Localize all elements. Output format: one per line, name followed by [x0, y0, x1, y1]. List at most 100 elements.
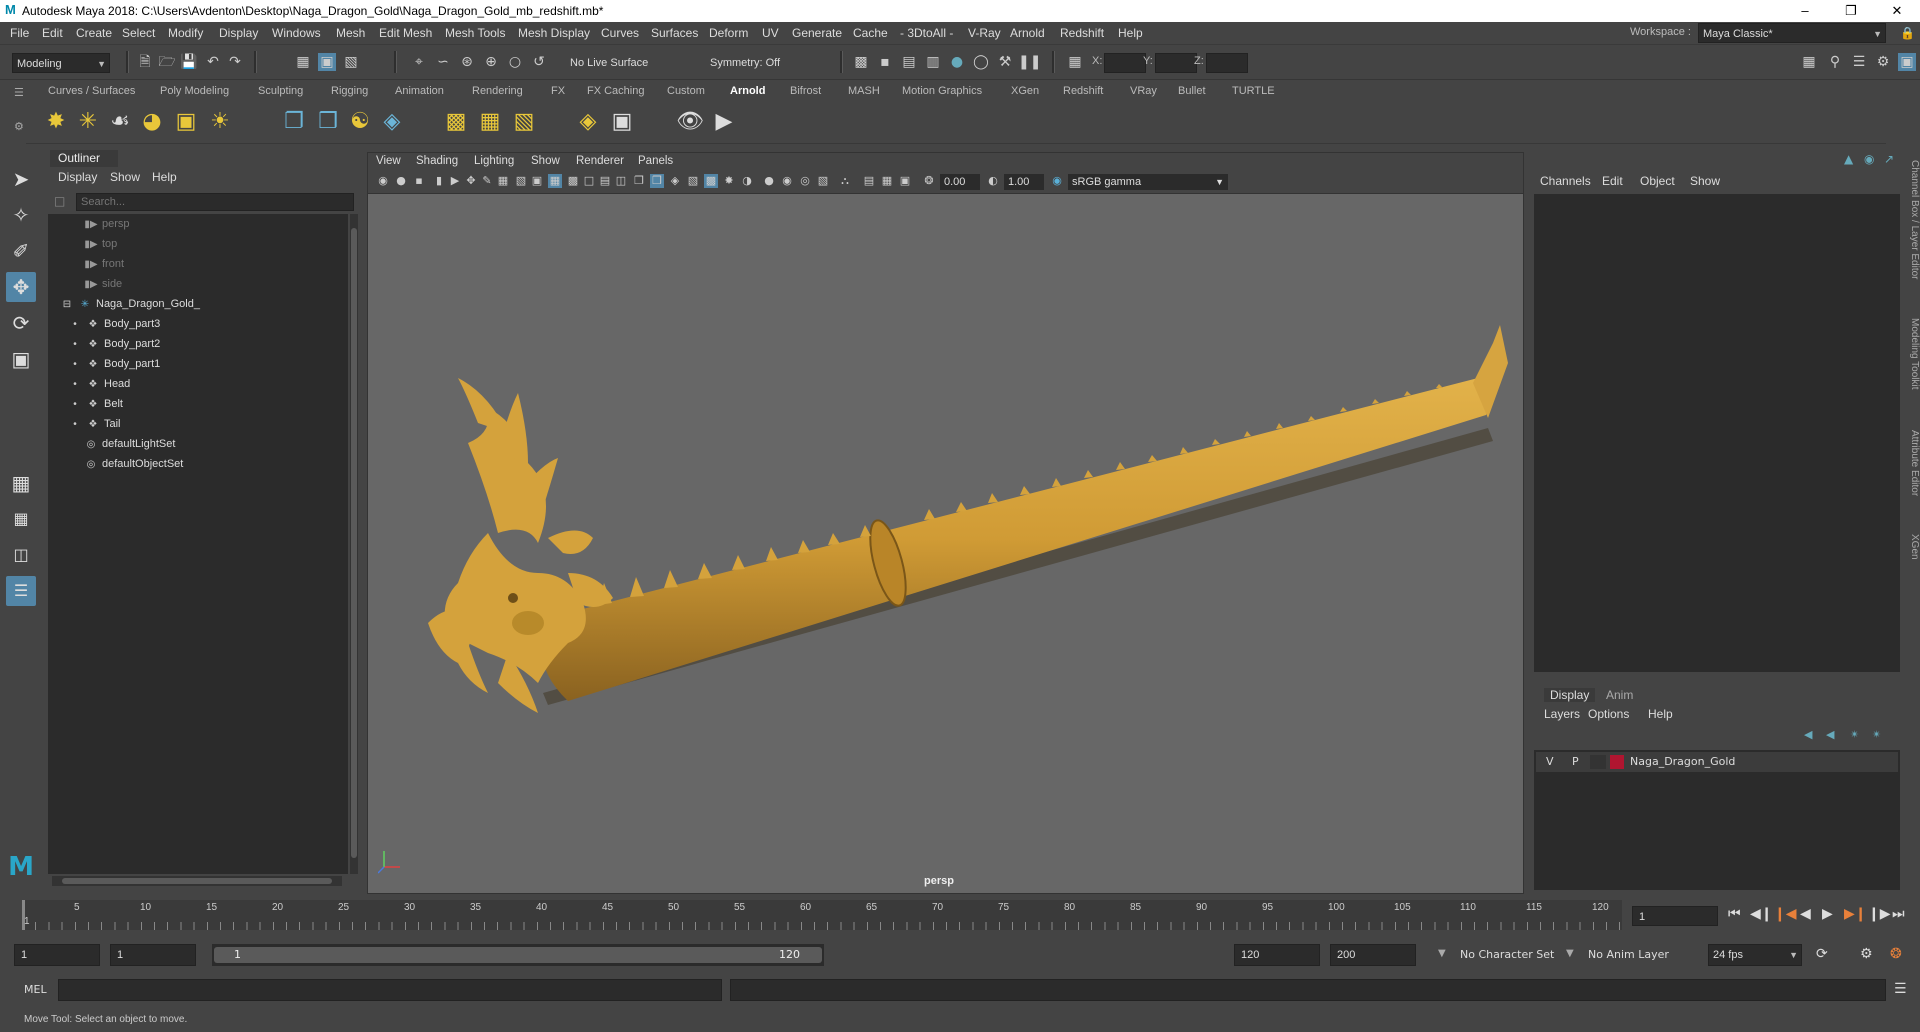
render-view-icon[interactable]: 👁 — [676, 108, 704, 136]
side-tab-modeling-toolkit[interactable]: Modeling Toolkit — [1904, 318, 1920, 408]
arnold-render-icon[interactable]: ◯ — [972, 53, 990, 71]
step-back-key-icon[interactable]: ◀❙ — [1750, 906, 1773, 922]
mesh-light-icon[interactable]: ✳ — [74, 108, 102, 136]
menu-edit[interactable]: Edit — [42, 26, 63, 40]
shelf-tab-animation[interactable]: Animation — [395, 85, 444, 97]
range-slider-handle[interactable]: 1 120 — [214, 947, 822, 963]
naga-dragon-model[interactable] — [368, 193, 1523, 893]
viewport-menu-renderer[interactable]: Renderer — [576, 155, 624, 167]
shelf-tab-bullet[interactable]: Bullet — [1178, 85, 1206, 97]
outliner-item-belt[interactable]: • ❖ Belt — [68, 394, 123, 414]
menu-curves[interactable]: Curves — [601, 26, 639, 40]
menu-set-dropdown[interactable]: Modeling ▼ — [12, 53, 110, 73]
shelf-tab-poly-modeling[interactable]: Poly Modeling — [160, 85, 229, 97]
shelf-tab-xgen[interactable]: XGen — [1011, 85, 1039, 97]
hypershade-icon[interactable]: ● — [948, 53, 966, 71]
script-editor-icon[interactable]: ☰ — [1894, 981, 1907, 997]
safe-title-icon[interactable]: ▤ — [598, 174, 612, 188]
layer-menu-layers[interactable]: Layers — [1544, 707, 1580, 721]
outliner-item-body-part1[interactable]: • ❖ Body_part1 — [68, 354, 160, 374]
layer-menu-options[interactable]: Options — [1588, 707, 1629, 721]
menu-select[interactable]: Select — [122, 26, 155, 40]
textured-icon[interactable]: ▧ — [686, 174, 700, 188]
move-tool-icon[interactable]: ✥ — [6, 272, 36, 302]
shelf-tab-vray[interactable]: VRay — [1130, 85, 1157, 97]
shelf-tab-rendering[interactable]: Rendering — [472, 85, 523, 97]
modeling-toolkit-icon[interactable]: ⚲ — [1826, 53, 1844, 71]
texture-manager-icon[interactable]: ◈ — [574, 108, 602, 136]
sidebar-toggle-icon[interactable]: ▦ — [1800, 53, 1818, 71]
use-lights-icon[interactable]: ▩ — [704, 174, 718, 188]
outliner-item-persp[interactable]: ▮▶ persp — [84, 214, 129, 234]
outliner-item-group[interactable]: ⊟ ✳ Naga_Dragon_Gold_ — [60, 294, 200, 314]
outliner-menu-display[interactable]: Display — [58, 170, 97, 184]
viewport-menu-panels[interactable]: Panels — [638, 155, 673, 167]
shelf-tab-arnold[interactable]: Arnold — [730, 85, 765, 97]
menu-arnold[interactable]: Arnold — [1010, 26, 1045, 40]
menu-uv[interactable]: UV — [762, 26, 779, 40]
help-icon[interactable]: ◉ — [1864, 152, 1874, 166]
select-hierarchy-icon[interactable]: ▦ — [294, 53, 312, 71]
pause-icon[interactable]: ❚❚ — [1018, 53, 1041, 71]
channel-menu-channels[interactable]: Channels — [1540, 174, 1591, 188]
new-scene-icon[interactable]: 🗎 — [136, 53, 154, 71]
exposure-icon[interactable]: ❂ — [922, 174, 936, 188]
animation-start-field[interactable]: 1 — [14, 944, 100, 966]
tab-display[interactable]: Display — [1544, 688, 1596, 702]
ipr-render-icon[interactable]: ▤ — [900, 53, 918, 71]
menu-deform[interactable]: Deform — [709, 26, 748, 40]
step-forward-frame-icon[interactable]: ▶❙ — [1844, 906, 1867, 922]
minimize-icon[interactable]: – — [1782, 0, 1828, 22]
outliner-h-scrollbar[interactable] — [52, 876, 342, 886]
new-layer-selected-icon[interactable]: ✴ — [1872, 728, 1881, 741]
camera-icon[interactable]: ▶ — [448, 174, 462, 188]
workspace-dropdown[interactable]: Maya Classic* ▼ — [1698, 23, 1886, 43]
channel-menu-object[interactable]: Object — [1640, 174, 1675, 188]
anim-layer-arrow-icon[interactable]: ▼ — [1566, 948, 1574, 959]
curve-collector-icon[interactable]: ☯ — [346, 108, 374, 136]
standin-icon[interactable]: ❐ — [280, 108, 308, 136]
live-surface-field[interactable]: No Live Surface — [566, 53, 664, 73]
menu-modify[interactable]: Modify — [168, 26, 203, 40]
outliner-item-default-object-set[interactable]: ◎ defaultObjectSet — [84, 454, 184, 474]
playback-end-field[interactable]: 120 — [1234, 944, 1320, 966]
shelf-settings-icon[interactable]: ⚙ — [14, 120, 24, 133]
shelf-tab-mash[interactable]: MASH — [848, 85, 880, 97]
menu-file[interactable]: File — [10, 26, 29, 40]
render-frame-icon[interactable]: ▪ — [876, 53, 894, 71]
y-field[interactable] — [1155, 53, 1197, 73]
snap-surface-icon[interactable]: ○ — [506, 53, 524, 71]
two-d-pan-icon[interactable]: ✥ — [464, 174, 478, 188]
menu-surfaces[interactable]: Surfaces — [651, 26, 698, 40]
snap-curve-icon[interactable]: ∽ — [434, 53, 452, 71]
shelf-tab-fx-caching[interactable]: FX Caching — [587, 85, 644, 97]
viewport-menu-lighting[interactable]: Lighting — [474, 155, 514, 167]
anti-aliasing-icon[interactable]: ◉ — [780, 174, 794, 188]
menu-3dtoall[interactable]: - 3DtoAll - — [900, 26, 953, 40]
outliner-menu-help[interactable]: Help — [152, 170, 177, 184]
menu-generate[interactable]: Generate — [792, 26, 842, 40]
maximize-icon[interactable]: ❐ — [1828, 0, 1874, 22]
auto-key-icon[interactable]: ⚙ — [1860, 946, 1873, 962]
render-tool-icon[interactable]: ⚒ — [996, 53, 1014, 71]
shadows-icon[interactable]: ✸ — [722, 174, 736, 188]
layer-row[interactable]: V P Naga_Dragon_Gold — [1536, 752, 1898, 772]
shelf-tab-rigging[interactable]: Rigging — [331, 85, 368, 97]
photometric-light-icon[interactable]: ☙ — [106, 108, 134, 136]
outliner-item-tail[interactable]: • ❖ Tail — [68, 414, 120, 434]
layer-playback-toggle[interactable]: P — [1572, 755, 1579, 768]
time-slider-track[interactable]: 1 5 10 15 20 25 30 35 40 45 50 55 60 65 … — [22, 900, 1622, 930]
layer-visibility-toggle[interactable]: V — [1546, 755, 1554, 768]
outliner-search-input[interactable] — [76, 193, 354, 211]
current-frame-field[interactable]: 1 — [1632, 906, 1718, 926]
outliner-item-body-part3[interactable]: • ❖ Body_part3 — [68, 314, 160, 334]
move-layer-up-icon[interactable]: ◀ — [1804, 728, 1812, 741]
menu-help[interactable]: Help — [1118, 26, 1143, 40]
command-input[interactable] — [58, 979, 722, 1001]
go-to-end-icon[interactable]: ⏭ — [1892, 906, 1905, 922]
lock-icon[interactable]: 🔒 — [1900, 26, 1915, 40]
flush-texture-icon[interactable]: ▩ — [442, 108, 470, 136]
layer-color-swatch[interactable] — [1610, 755, 1624, 769]
toggle-icon[interactable]: ▲ — [1844, 152, 1853, 166]
open-scene-icon[interactable]: 🗁 — [158, 53, 176, 71]
